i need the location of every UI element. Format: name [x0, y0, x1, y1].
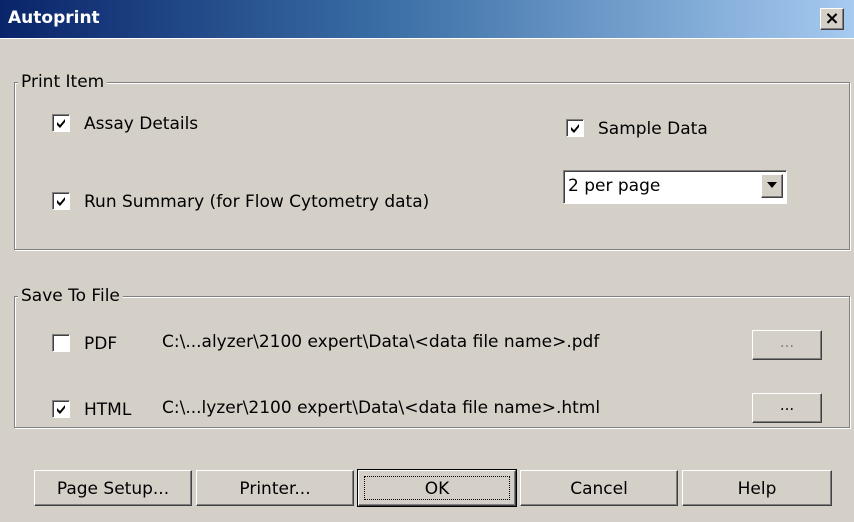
pdf-browse-button[interactable]: ...: [752, 330, 822, 360]
sample-data-checkbox[interactable]: [566, 119, 584, 137]
page-setup-button[interactable]: Page Setup...: [34, 470, 192, 506]
pdf-label: PDF: [84, 334, 118, 354]
help-label: Help: [737, 479, 777, 499]
printer-button[interactable]: Printer...: [196, 470, 354, 506]
ok-label: OK: [424, 479, 450, 499]
chevron-down-icon: [767, 182, 777, 188]
per-page-select[interactable]: 2 per page: [563, 170, 787, 204]
cancel-button[interactable]: Cancel: [520, 470, 678, 506]
per-page-dropdown-button[interactable]: [761, 174, 783, 198]
cancel-label: Cancel: [570, 479, 628, 499]
html-checkbox[interactable]: [52, 400, 70, 418]
checkmark-icon: [57, 197, 65, 206]
assay-details-checkbox[interactable]: [52, 114, 70, 132]
ok-button[interactable]: OK: [357, 469, 517, 507]
print-item-legend: Print Item: [18, 72, 108, 92]
pdf-browse-label: ...: [779, 333, 795, 351]
pdf-path: C:\...alyzer\2100 expert\Data\<data file…: [162, 332, 600, 352]
print-item-group: [14, 82, 850, 250]
close-icon: ×: [824, 8, 840, 29]
page-setup-label: Page Setup...: [56, 479, 170, 499]
checkmark-icon: [57, 405, 65, 414]
pdf-checkbox[interactable]: [52, 334, 70, 352]
window-title: Autoprint: [8, 8, 100, 28]
checkmark-icon: [57, 119, 65, 128]
sample-data-label: Sample Data: [598, 119, 708, 139]
title-bar: Autoprint ×: [0, 0, 854, 39]
save-to-file-legend: Save To File: [18, 286, 123, 306]
html-path: C:\...lyzer\2100 expert\Data\<data file …: [162, 398, 601, 418]
per-page-value: 2 per page: [568, 176, 661, 196]
assay-details-label: Assay Details: [84, 114, 199, 134]
printer-label: Printer...: [239, 479, 311, 499]
help-button[interactable]: Help: [682, 470, 832, 506]
html-browse-button[interactable]: ...: [752, 393, 822, 423]
run-summary-label: Run Summary (for Flow Cytometry data): [84, 192, 430, 212]
html-browse-label: ...: [779, 396, 795, 414]
checkmark-icon: [571, 124, 579, 133]
run-summary-checkbox[interactable]: [52, 192, 70, 210]
close-button[interactable]: ×: [820, 8, 844, 30]
html-label: HTML: [84, 400, 132, 420]
